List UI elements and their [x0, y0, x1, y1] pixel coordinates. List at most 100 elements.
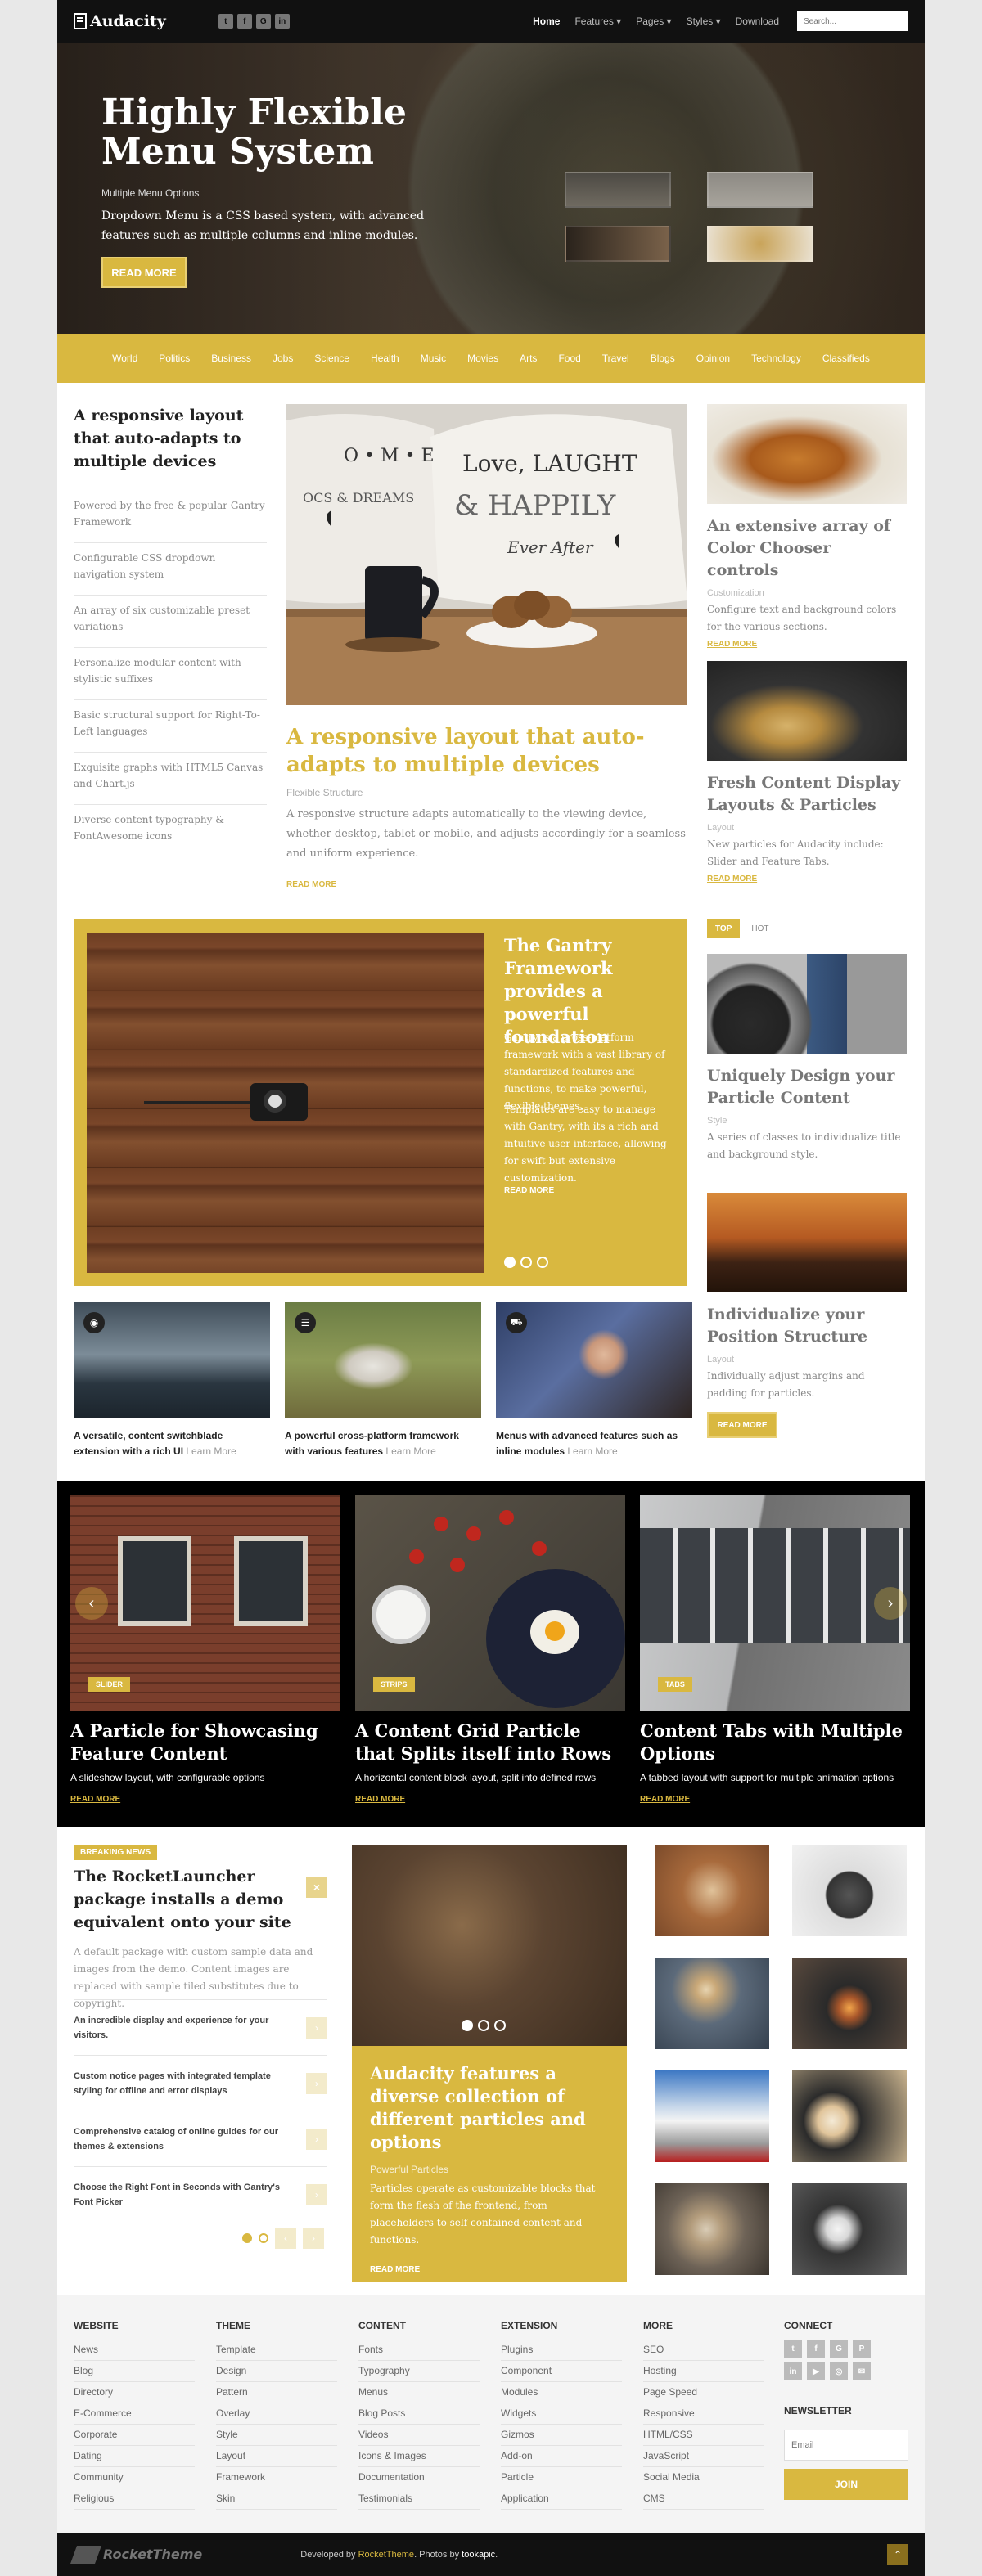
category-link[interactable]: Classifieds — [812, 353, 881, 364]
footer-link[interactable]: Template — [216, 2340, 337, 2361]
band-card-title[interactable]: A Particle for Showcasing Feature Conten… — [70, 1720, 340, 1765]
gallery-image[interactable] — [792, 2070, 907, 2162]
horse-image[interactable]: ☰ — [285, 1302, 481, 1418]
category-link[interactable]: Politics — [148, 353, 200, 364]
footer-link[interactable]: Plugins — [501, 2340, 622, 2361]
footer-link[interactable]: Gizmos — [501, 2425, 622, 2446]
croissant-image[interactable] — [707, 404, 907, 504]
page-dot[interactable] — [259, 2233, 268, 2243]
footer-link[interactable]: Documentation — [358, 2467, 480, 2488]
rockettheme-link[interactable]: RocketTheme — [358, 2550, 414, 2560]
category-link[interactable]: Jobs — [262, 353, 304, 364]
footer-link[interactable]: Blog — [74, 2361, 195, 2382]
close-icon[interactable]: × — [306, 1877, 327, 1898]
footer-link[interactable]: Icons & Images — [358, 2446, 480, 2467]
footer-link[interactable]: Widgets — [501, 2403, 622, 2425]
google-icon[interactable]: G — [830, 2340, 848, 2358]
nav-features[interactable]: Features ▾ — [574, 16, 621, 27]
gallery-image[interactable] — [655, 2183, 769, 2275]
nav-download[interactable]: Download — [736, 16, 779, 27]
card-title[interactable]: An extensive array of Color Chooser cont… — [707, 515, 907, 582]
category-link[interactable]: Opinion — [686, 353, 741, 364]
carousel-next-arrow[interactable]: › — [874, 1587, 907, 1620]
category-link[interactable]: Movies — [457, 353, 509, 364]
footer-link[interactable]: Dating — [74, 2446, 195, 2467]
center-article-title[interactable]: A responsive layout that auto-adapts to … — [286, 723, 687, 779]
learn-more-link[interactable]: Learn More — [186, 1445, 236, 1457]
card-read-more[interactable]: READ MORE — [707, 640, 757, 649]
card-title[interactable]: Fresh Content Display Layouts & Particle… — [707, 772, 907, 816]
hero-thumb-4[interactable] — [707, 226, 813, 262]
slide-dot[interactable] — [520, 1257, 532, 1268]
gallery-image[interactable] — [792, 2183, 907, 2275]
footer-link[interactable]: Hosting — [643, 2361, 764, 2382]
gallery-image[interactable] — [655, 1958, 769, 2049]
nav-styles[interactable]: Styles ▾ — [687, 16, 721, 27]
chevron-right-icon[interactable]: › — [306, 2183, 327, 2205]
prev-arrow-icon[interactable]: ‹ — [275, 2228, 296, 2249]
footer-link[interactable]: Modules — [501, 2382, 622, 2403]
footer-link[interactable]: Design — [216, 2361, 337, 2382]
gold-feature-read-more[interactable]: READ MORE — [504, 1186, 554, 1195]
feature-column-title[interactable]: Audacity features a diverse collection o… — [370, 2062, 609, 2154]
band-card-title[interactable]: A Content Grid Particle that Splits itse… — [355, 1720, 625, 1765]
footer-link[interactable]: Testimonials — [358, 2488, 480, 2510]
food-beer-image[interactable] — [707, 661, 907, 761]
learn-more-link[interactable]: Learn More — [567, 1445, 617, 1457]
band-card-title[interactable]: Content Tabs with Multiple Options — [640, 1720, 910, 1765]
band-card-read-more[interactable]: READ MORE — [355, 1795, 625, 1804]
card-read-more[interactable]: READ MORE — [707, 874, 757, 883]
child-image[interactable]: ⛟ — [496, 1302, 692, 1418]
footer-link[interactable]: SEO — [643, 2340, 764, 2361]
learn-more-link[interactable]: Learn More — [385, 1445, 435, 1457]
center-article-read-more[interactable]: READ MORE — [286, 880, 336, 889]
category-link[interactable]: World — [101, 353, 148, 364]
footer-link[interactable]: Component — [501, 2361, 622, 2382]
breaking-news-title[interactable]: The RocketLauncher package installs a de… — [74, 1865, 311, 1934]
footer-link[interactable]: Social Media — [643, 2467, 764, 2488]
footer-link[interactable]: Layout — [216, 2446, 337, 2467]
band-card-read-more[interactable]: READ MORE — [640, 1795, 910, 1804]
news-item[interactable]: Custom notice pages with integrated temp… — [74, 2055, 327, 2111]
email-icon[interactable]: ✉ — [853, 2362, 871, 2380]
category-link[interactable]: Business — [200, 353, 262, 364]
footer-link[interactable]: Typography — [358, 2361, 480, 2382]
feature-column-read-more[interactable]: READ MORE — [370, 2265, 609, 2274]
card-title[interactable]: Individualize your Position Structure — [707, 1304, 907, 1348]
footer-link[interactable]: Pattern — [216, 2382, 337, 2403]
gallery-image[interactable] — [655, 2070, 769, 2162]
footer-link[interactable]: E-Commerce — [74, 2403, 195, 2425]
band-card-read-more[interactable]: READ MORE — [70, 1795, 340, 1804]
card-read-more-button[interactable]: READ MORE — [707, 1412, 777, 1438]
linkedin-icon[interactable]: in — [274, 14, 290, 29]
category-link[interactable]: Food — [547, 353, 591, 364]
chevron-right-icon[interactable]: › — [306, 2016, 327, 2039]
facebook-icon[interactable]: f — [807, 2340, 825, 2358]
footer-link[interactable]: Page Speed — [643, 2382, 764, 2403]
footer-link[interactable]: Community — [74, 2467, 195, 2488]
slide-dot[interactable] — [504, 1257, 516, 1268]
footer-link[interactable]: Directory — [74, 2382, 195, 2403]
site-logo[interactable]: Audacity — [74, 12, 166, 30]
hero-thumb-2[interactable] — [707, 172, 813, 208]
footer-link[interactable]: Blog Posts — [358, 2403, 480, 2425]
footer-link[interactable]: News — [74, 2340, 195, 2361]
twitter-icon[interactable]: t — [784, 2340, 802, 2358]
footer-link[interactable]: Framework — [216, 2467, 337, 2488]
news-item[interactable]: Choose the Right Font in Seconds with Ga… — [74, 2166, 327, 2222]
category-link[interactable]: Health — [360, 353, 410, 364]
berries-image[interactable] — [352, 1845, 627, 2046]
category-link[interactable]: Science — [304, 353, 360, 364]
hero-read-more-button[interactable]: READ MORE — [101, 257, 187, 288]
brick-building-image[interactable]: SLIDER — [70, 1495, 340, 1711]
gallery-image[interactable] — [655, 1845, 769, 1936]
gallery-image[interactable] — [792, 1958, 907, 2049]
wheel-jeans-image[interactable] — [707, 954, 907, 1054]
twitter-icon[interactable]: t — [218, 14, 233, 29]
slide-dot[interactable] — [462, 2020, 473, 2031]
footer-link[interactable]: Corporate — [74, 2425, 195, 2446]
category-link[interactable]: Music — [410, 353, 457, 364]
nav-home[interactable]: Home — [533, 16, 560, 27]
category-link[interactable]: Arts — [509, 353, 547, 364]
footer-link[interactable]: Application — [501, 2488, 622, 2510]
